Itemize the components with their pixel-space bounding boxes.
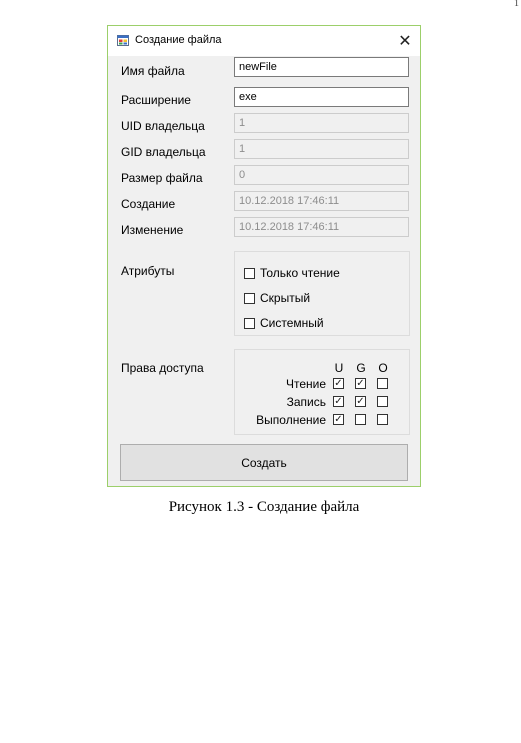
- perm-write-label: Запись: [286, 395, 326, 409]
- hidden-label: Скрытый: [260, 291, 311, 305]
- file-size-input: [234, 165, 409, 185]
- created-label: Создание: [121, 197, 176, 211]
- readonly-check-box[interactable]: [244, 267, 255, 279]
- hidden-check-box[interactable]: [244, 292, 255, 304]
- create-file-dialog: Создание файла ✕ Имя файла Расширение UI…: [107, 25, 421, 487]
- perm-write-other-checkbox[interactable]: [377, 396, 388, 407]
- perm-col-other: O: [378, 361, 388, 375]
- perm-write-user-checkbox[interactable]: ✓: [333, 396, 344, 407]
- perm-exec-group-checkbox[interactable]: [355, 414, 366, 425]
- perm-write-group-checkbox[interactable]: ✓: [355, 396, 366, 407]
- create-button[interactable]: Создать: [120, 444, 408, 481]
- application-icon: [117, 35, 129, 46]
- perm-col-group: G: [356, 361, 366, 375]
- extension-input[interactable]: [234, 87, 409, 107]
- file-name-input[interactable]: [234, 57, 409, 77]
- modified-input: [234, 217, 409, 237]
- created-input: [234, 191, 409, 211]
- attributes-label: Атрибуты: [121, 264, 175, 278]
- owner-uid-label: UID владельца: [121, 119, 205, 133]
- permissions-label: Права доступа: [121, 361, 204, 375]
- permissions-group: U G O Чтение Запись Выполнение ✓ ✓ ✓ ✓ ✓: [234, 349, 410, 435]
- perm-read-other-checkbox[interactable]: [377, 378, 388, 389]
- readonly-label: Только чтение: [260, 266, 340, 280]
- title-bar: Создание файла ✕: [108, 26, 420, 56]
- figure-caption: Рисунок 1.3 - Создание файла: [168, 499, 360, 515]
- close-icon: ✕: [398, 33, 412, 50]
- system-checkbox[interactable]: Системный: [244, 316, 324, 330]
- perm-exec-other-checkbox[interactable]: [377, 414, 388, 425]
- close-button[interactable]: ✕: [390, 26, 420, 56]
- file-size-label: Размер файла: [121, 171, 203, 185]
- modified-label: Изменение: [121, 223, 184, 237]
- system-label: Системный: [260, 316, 324, 330]
- window-title: Создание файла: [135, 34, 222, 46]
- page-corner-mark: 1: [514, 0, 519, 9]
- perm-exec-user-checkbox[interactable]: ✓: [333, 414, 344, 425]
- owner-gid-label: GID владельца: [121, 145, 206, 159]
- owner-gid-input: [234, 139, 409, 159]
- perm-read-group-checkbox[interactable]: ✓: [355, 378, 366, 389]
- perm-exec-label: Выполнение: [256, 413, 326, 427]
- system-check-box[interactable]: [244, 317, 255, 329]
- perm-col-user: U: [334, 361, 344, 375]
- readonly-checkbox[interactable]: Только чтение: [244, 266, 340, 280]
- perm-read-user-checkbox[interactable]: ✓: [333, 378, 344, 389]
- attributes-group: Только чтение Скрытый Системный: [234, 251, 410, 336]
- owner-uid-input: [234, 113, 409, 133]
- perm-read-label: Чтение: [285, 377, 326, 391]
- hidden-checkbox[interactable]: Скрытый: [244, 291, 310, 305]
- file-name-label: Имя файла: [121, 64, 185, 78]
- extension-label: Расширение: [121, 93, 191, 107]
